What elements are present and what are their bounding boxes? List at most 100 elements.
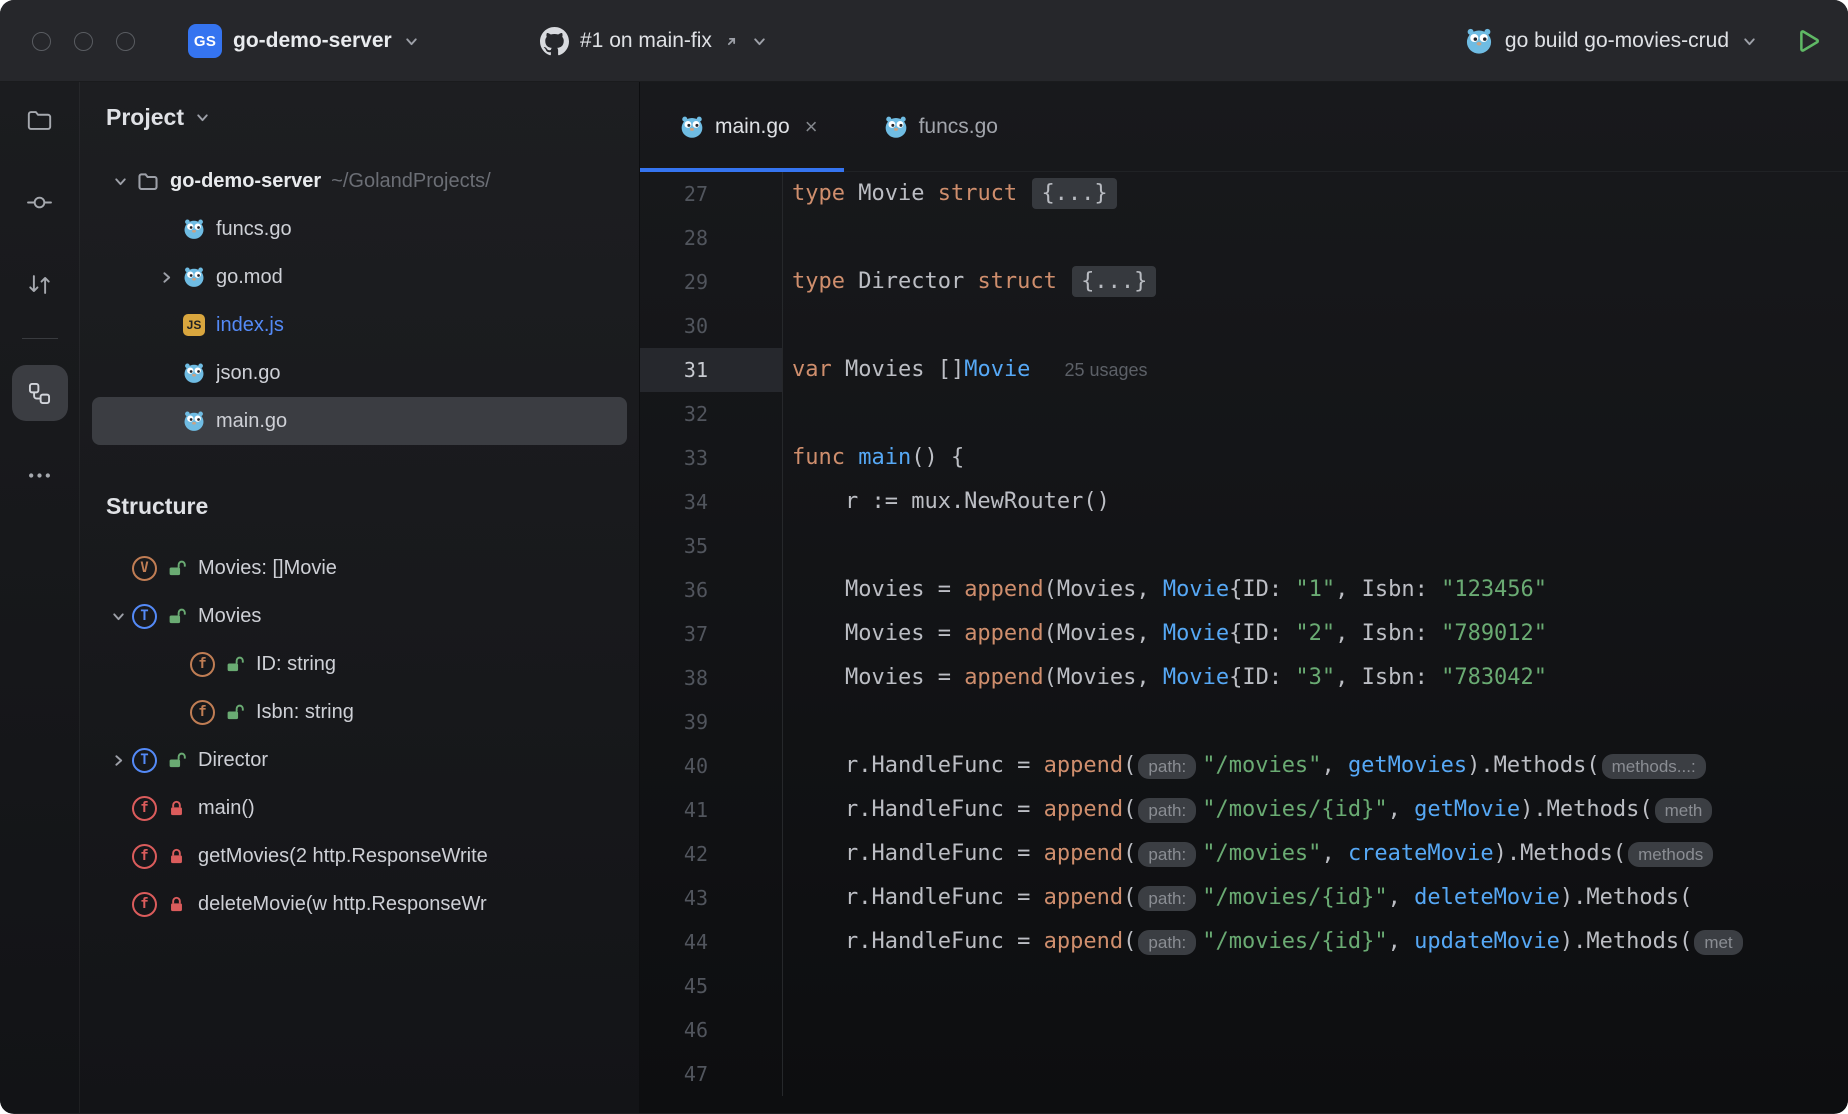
code-token: type <box>792 181 845 206</box>
code-line-content[interactable] <box>783 700 792 744</box>
code-line-content[interactable]: r.HandleFunc = append(path:"/movies", cr… <box>783 832 1719 876</box>
activity-more-button[interactable] <box>12 447 68 503</box>
code-token: getMovie <box>1414 797 1520 822</box>
gutter-line-number[interactable]: 46 <box>640 1008 783 1052</box>
activity-commit-button[interactable] <box>12 174 68 230</box>
gutter-line-number[interactable]: 42 <box>640 832 783 876</box>
editor-tab-funcs-go[interactable]: funcs.go <box>844 82 1024 171</box>
editor-tab-main-go[interactable]: main.go× <box>640 82 844 171</box>
code-line-content[interactable]: Movies = append(Movies, Movie{ID: "1", I… <box>783 568 1547 612</box>
vcs-branch-widget[interactable]: #1 on main-fix <box>540 0 768 82</box>
code-line-content[interactable] <box>783 304 792 348</box>
code-line-content[interactable] <box>783 964 792 1008</box>
code-token: , Isbn: <box>1335 665 1441 690</box>
project-tree-item[interactable]: go-demo-server~/GolandProjects/ <box>92 157 627 205</box>
gutter-line-number[interactable]: 36 <box>640 568 783 612</box>
activity-pull-requests-button[interactable] <box>12 256 68 312</box>
gutter-line-number[interactable]: 44 <box>640 920 783 964</box>
symbol-kind-icon: f <box>190 652 215 677</box>
code-line-content[interactable]: Movies = append(Movies, Movie{ID: "3", I… <box>783 656 1547 700</box>
code-token: append <box>1044 885 1123 910</box>
tree-chevron-slot[interactable] <box>152 269 180 286</box>
code-token: , <box>1321 841 1348 866</box>
code-token: r.HandleFunc = <box>792 929 1044 954</box>
activity-project-button[interactable] <box>12 92 68 148</box>
gutter-line-number[interactable]: 32 <box>640 392 783 436</box>
folded-code-chip[interactable]: {...} <box>1032 178 1116 209</box>
run-button[interactable] <box>1792 26 1822 56</box>
window-close-button[interactable] <box>32 32 51 51</box>
window-minimize-button[interactable] <box>74 32 93 51</box>
code-line-content[interactable] <box>783 1052 792 1096</box>
project-tree-item[interactable]: funcs.go <box>92 205 627 253</box>
code-token: , <box>1388 885 1415 910</box>
project-tree-item[interactable]: JSindex.js <box>92 301 627 349</box>
project-tree-item[interactable]: json.go <box>92 349 627 397</box>
code-token: "1" <box>1295 577 1335 602</box>
code-token: ( <box>1123 885 1136 910</box>
gutter-line-number[interactable]: 37 <box>640 612 783 656</box>
structure-item[interactable]: fdeleteMovie(w http.ResponseWr <box>80 880 639 928</box>
code-token: Movie <box>964 357 1030 382</box>
tree-chevron-slot[interactable] <box>106 173 134 190</box>
project-selector[interactable]: GS go-demo-server <box>188 0 420 82</box>
project-path-hint: ~/GolandProjects/ <box>331 170 491 193</box>
code-token: r.HandleFunc = <box>792 753 1044 778</box>
gutter-line-number[interactable]: 39 <box>640 700 783 744</box>
lock-closed-icon <box>167 799 186 818</box>
code-line-content[interactable]: func main() { <box>783 436 964 480</box>
gutter-line-number[interactable]: 34 <box>640 480 783 524</box>
project-tree-item[interactable]: go.mod <box>92 253 627 301</box>
gutter-line-number[interactable]: 43 <box>640 876 783 920</box>
code-line-content[interactable]: type Director struct {...} <box>783 260 1156 304</box>
tree-chevron-slot[interactable] <box>104 752 132 769</box>
structure-item[interactable]: VMovies: []Movie <box>80 544 639 592</box>
code-line-content[interactable] <box>783 524 792 568</box>
code-line: 34 r := mux.NewRouter() <box>640 480 1848 524</box>
gutter-line-number[interactable]: 35 <box>640 524 783 568</box>
activity-structure-button[interactable] <box>12 365 68 421</box>
symbol-label: Isbn: string <box>256 701 354 724</box>
structure-item[interactable]: TMovies <box>80 592 639 640</box>
run-config-label[interactable]: go build go-movies-crud <box>1505 29 1729 53</box>
structure-item[interactable]: fIsbn: string <box>80 688 639 736</box>
code-line-content[interactable]: var Movies []Movie25 usages <box>783 348 1148 392</box>
code-line-content[interactable]: r := mux.NewRouter() <box>783 480 1110 524</box>
code-line-content[interactable]: r.HandleFunc = append(path:"/movies", ge… <box>783 744 1712 788</box>
structure-item[interactable]: fmain() <box>80 784 639 832</box>
code-token: "/movies/{id}" <box>1202 797 1387 822</box>
code-line-content[interactable]: r.HandleFunc = append(path:"/movies/{id}… <box>783 876 1692 920</box>
code-line-content[interactable]: r.HandleFunc = append(path:"/movies/{id}… <box>783 788 1718 832</box>
gutter-line-number[interactable]: 31 <box>640 348 783 392</box>
gutter-line-number[interactable]: 33 <box>640 436 783 480</box>
window-zoom-button[interactable] <box>116 32 135 51</box>
structure-item[interactable]: TDirector <box>80 736 639 784</box>
gutter-line-number[interactable]: 47 <box>640 1052 783 1096</box>
code-line-content[interactable]: Movies = append(Movies, Movie{ID: "2", I… <box>783 612 1547 656</box>
code-token: append <box>964 577 1043 602</box>
gutter-line-number[interactable]: 27 <box>640 172 783 216</box>
gutter-line-number[interactable]: 28 <box>640 216 783 260</box>
gutter-line-number[interactable]: 29 <box>640 260 783 304</box>
code-token: ).Methods( <box>1520 797 1652 822</box>
folded-code-chip[interactable]: {...} <box>1072 266 1156 297</box>
structure-item[interactable]: fID: string <box>80 640 639 688</box>
code-line-content[interactable]: r.HandleFunc = append(path:"/movies/{id}… <box>783 920 1749 964</box>
gutter-line-number[interactable]: 30 <box>640 304 783 348</box>
project-tree-item[interactable]: main.go <box>92 397 627 445</box>
gutter-line-number[interactable]: 41 <box>640 788 783 832</box>
code-line: 39 <box>640 700 1848 744</box>
chevron-down-icon[interactable] <box>1741 33 1758 50</box>
code-line-content[interactable] <box>783 392 792 436</box>
close-tab-icon[interactable]: × <box>805 114 818 140</box>
gutter-line-number[interactable]: 40 <box>640 744 783 788</box>
gutter-line-number[interactable]: 38 <box>640 656 783 700</box>
project-panel-header[interactable]: Project <box>80 82 639 131</box>
code-token: r.HandleFunc = <box>792 841 1044 866</box>
tree-chevron-slot[interactable] <box>104 608 132 625</box>
gutter-line-number[interactable]: 45 <box>640 964 783 1008</box>
code-line-content[interactable]: type Movie struct {...} <box>783 172 1117 216</box>
structure-item[interactable]: fgetMovies(2 http.ResponseWrite <box>80 832 639 880</box>
code-line-content[interactable] <box>783 216 792 260</box>
code-line-content[interactable] <box>783 1008 792 1052</box>
